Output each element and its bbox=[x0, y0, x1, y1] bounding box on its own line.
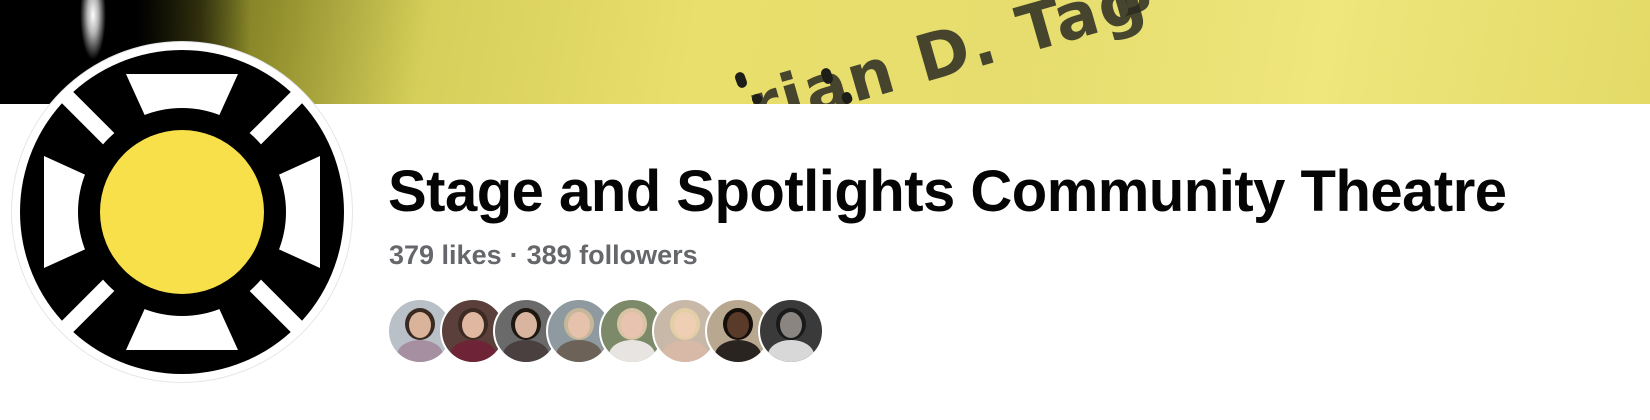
page-title: Stage and Spotlights Community Theatre bbox=[388, 159, 1507, 224]
avatar-face bbox=[621, 312, 643, 338]
avatar-face bbox=[568, 312, 590, 338]
avatar-shoulders bbox=[768, 340, 814, 362]
avatar-face bbox=[515, 312, 537, 338]
avatar-shoulders bbox=[715, 340, 761, 362]
avatar-shoulders bbox=[556, 340, 602, 362]
avatar-shoulders bbox=[397, 340, 443, 362]
spotlight-logo-icon bbox=[16, 46, 348, 378]
avatar-shoulders bbox=[450, 340, 496, 362]
avatar-shoulders bbox=[662, 340, 708, 362]
followers-link[interactable]: 389 followers bbox=[527, 240, 698, 270]
avatar-face bbox=[780, 312, 802, 338]
avatar-face bbox=[727, 312, 749, 338]
follower-avatar-8[interactable] bbox=[758, 298, 824, 364]
profile-picture[interactable] bbox=[12, 42, 352, 382]
avatar-face bbox=[462, 312, 484, 338]
cover-text-fragment: rian D. Tag bbox=[739, 0, 1155, 104]
avatar-face bbox=[674, 312, 696, 338]
avatar-face bbox=[409, 312, 431, 338]
avatar-shoulders bbox=[503, 340, 549, 362]
avatar-shoulders bbox=[609, 340, 655, 362]
stats-separator: · bbox=[509, 240, 519, 270]
page-stats: 379 likes · 389 followers bbox=[389, 240, 698, 271]
likes-link[interactable]: 379 likes bbox=[389, 240, 502, 270]
